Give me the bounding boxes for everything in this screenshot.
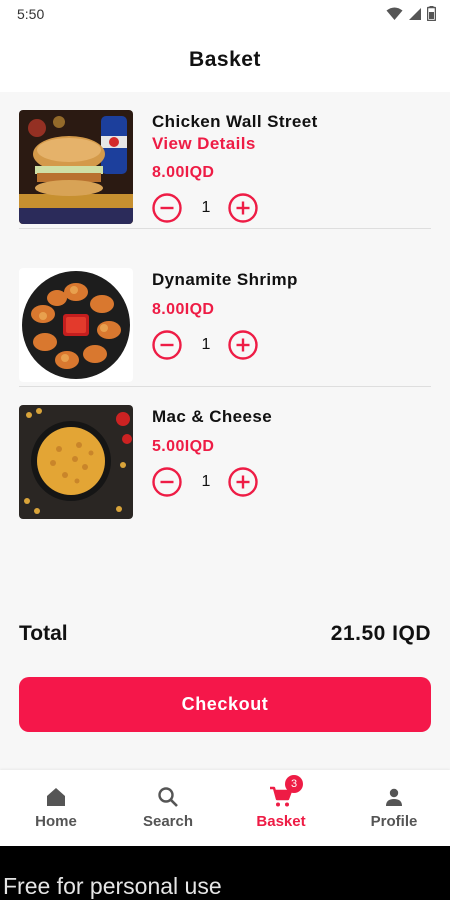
item-image-shrimp — [19, 268, 133, 382]
app-header: Basket — [0, 30, 450, 92]
quantity-value: 1 — [201, 473, 211, 490]
minus-circle-icon — [152, 467, 182, 497]
minus-circle-icon — [152, 193, 182, 223]
status-icons — [386, 6, 436, 21]
bottom-nav: Home Search 3 Basket Profile — [0, 770, 450, 846]
nav-item-search[interactable]: Search — [112, 770, 224, 846]
item-name: Mac & Cheese — [152, 407, 273, 426]
divider — [19, 228, 431, 229]
nav-label: Basket — [256, 813, 306, 830]
plus-circle-icon — [228, 330, 258, 360]
page-title: Basket — [189, 48, 261, 71]
increase-quantity-button[interactable] — [228, 193, 258, 223]
item-image-mac-cheese — [19, 405, 133, 519]
nav-label: Search — [142, 813, 194, 830]
nav-label: Home — [35, 813, 77, 830]
quantity-value: 1 — [201, 336, 211, 353]
person-icon — [386, 788, 402, 806]
minus-circle-icon — [152, 330, 182, 360]
item-price: 8.00IQD — [152, 301, 215, 318]
increase-quantity-button[interactable] — [228, 330, 258, 360]
quantity-value: 1 — [201, 199, 211, 216]
watermark-text: Free for personal use — [3, 873, 222, 899]
cart-count-badge: 3 — [285, 775, 303, 793]
home-icon — [47, 788, 65, 806]
search-icon — [158, 787, 178, 807]
status-bar: 5:50 — [0, 0, 450, 30]
item-price: 5.00IQD — [152, 438, 215, 455]
basket-item: Dynamite Shrimp 8.00IQD 1 — [0, 250, 450, 387]
checkout-button[interactable]: Checkout — [19, 677, 431, 732]
item-price: 8.00IQD — [152, 164, 215, 181]
decrease-quantity-button[interactable] — [152, 193, 182, 223]
status-time: 5:50 — [17, 6, 45, 22]
total-label: Total — [19, 622, 68, 645]
increase-quantity-button[interactable] — [228, 467, 258, 497]
nav-item-profile[interactable]: Profile — [338, 770, 450, 846]
view-details-link[interactable]: View Details — [152, 134, 256, 154]
plus-circle-icon — [228, 193, 258, 223]
battery-icon — [427, 6, 436, 21]
quantity-stepper: 1 — [152, 467, 260, 497]
nav-label: Profile — [370, 813, 418, 830]
nav-item-home[interactable]: Home — [0, 770, 112, 846]
quantity-stepper: 1 — [152, 330, 260, 360]
decrease-quantity-button[interactable] — [152, 467, 182, 497]
item-image-burger — [19, 110, 133, 224]
wifi-icon — [386, 7, 403, 20]
total-value: 21.50 IQD — [330, 622, 431, 645]
watermark-bar: Free for personal use — [0, 846, 450, 900]
nav-item-basket[interactable]: 3 Basket — [225, 770, 337, 846]
total-row: Total 21.50 IQD — [19, 622, 431, 652]
basket-item: Chicken Wall Street View Details 8.00IQD… — [0, 92, 450, 229]
item-name: Dynamite Shrimp — [152, 270, 298, 289]
signal-icon — [409, 7, 421, 20]
decrease-quantity-button[interactable] — [152, 330, 182, 360]
item-name: Chicken Wall Street — [152, 112, 318, 131]
plus-circle-icon — [228, 467, 258, 497]
quantity-stepper: 1 — [152, 193, 260, 223]
basket-item: Mac & Cheese 5.00IQD 1 — [0, 387, 450, 524]
